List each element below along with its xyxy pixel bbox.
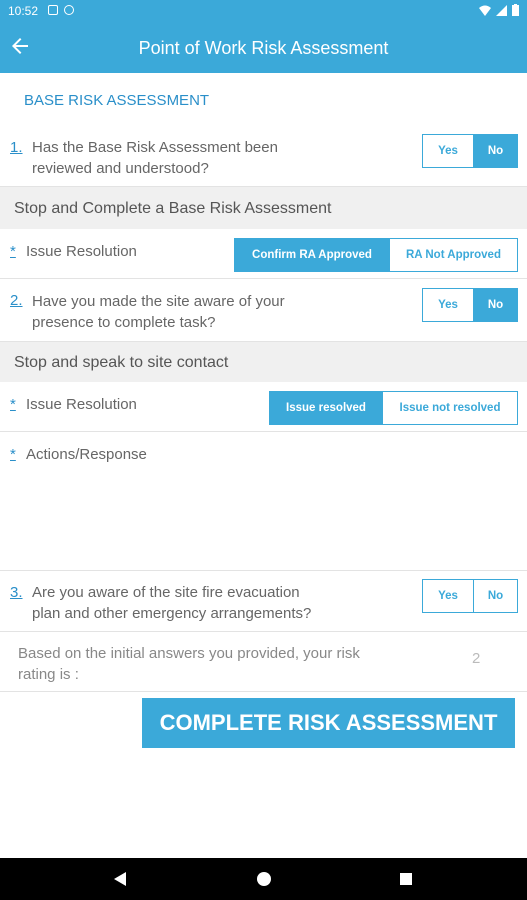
question-number[interactable]: 3.	[10, 584, 23, 601]
required-marker: *	[10, 243, 16, 260]
complete-risk-assessment-button[interactable]: COMPLETE RISK ASSESSMENT	[142, 698, 515, 748]
question-1-row: 1. Has the Base Risk Assessment been rev…	[0, 130, 527, 187]
risk-rating-row: Based on the initial answers you provide…	[0, 632, 527, 692]
actions-response-label: Actions/Response	[26, 446, 147, 463]
risk-rating-text: Based on the initial answers you provide…	[18, 643, 360, 685]
status-bar: 10:52	[0, 0, 527, 22]
risk-rating-text-line: rating is :	[18, 666, 79, 683]
q3-yes-no-toggle: Yes No	[422, 579, 518, 613]
q2-yes-no-toggle: Yes No	[422, 288, 518, 322]
signal-icon	[496, 4, 507, 16]
instruction-band: Stop and speak to site contact	[0, 342, 527, 382]
app-bar: Point of Work Risk Assessment	[0, 22, 527, 73]
question-3-row: 3. Are you aware of the site fire evacua…	[0, 572, 527, 632]
question-text-line: Have you made the site aware of your	[32, 293, 285, 310]
issue-not-resolved-button[interactable]: Issue not resolved	[382, 392, 517, 424]
required-marker: *	[10, 396, 16, 413]
question-2-row: 2. Have you made the site aware of your …	[0, 280, 527, 342]
page-title: Point of Work Risk Assessment	[138, 38, 389, 58]
notification-icon	[48, 5, 58, 15]
issue-resolution-toggle: Issue resolved Issue not resolved	[269, 391, 518, 425]
issue-resolved-button[interactable]: Issue resolved	[270, 392, 382, 424]
section-title: BASE RISK ASSESSMENT	[24, 92, 210, 109]
no-button[interactable]: No	[473, 580, 517, 612]
instruction-text: Stop and speak to site contact	[14, 354, 229, 371]
notification-icons	[48, 5, 74, 15]
issue-resolution-row: * Issue Resolution Confirm RA Approved R…	[0, 229, 527, 279]
issue-resolution-toggle: Confirm RA Approved RA Not Approved	[234, 238, 518, 272]
issue-resolution-label: Issue Resolution	[26, 396, 137, 413]
risk-rating-text-line: Based on the initial answers you provide…	[18, 645, 360, 662]
nav-home-icon[interactable]	[257, 872, 271, 886]
question-text: Are you aware of the site fire evacuatio…	[32, 582, 311, 624]
question-text-line: Are you aware of the site fire evacuatio…	[32, 584, 300, 601]
instruction-band: Stop and Complete a Base Risk Assessment	[0, 187, 527, 229]
risk-rating-value: 2	[472, 650, 481, 667]
sync-icon	[64, 5, 74, 15]
question-text-line: presence to complete task?	[32, 314, 216, 331]
question-text: Have you made the site aware of your pre…	[32, 291, 285, 333]
status-time: 10:52	[8, 4, 39, 18]
system-navigation-bar	[0, 858, 527, 900]
actions-response-field[interactable]: * Actions/Response	[0, 432, 527, 571]
nav-back-icon[interactable]	[114, 872, 126, 886]
yes-button[interactable]: Yes	[423, 135, 473, 167]
question-text-line: reviewed and understood?	[32, 160, 209, 177]
wifi-icon	[479, 5, 491, 16]
yes-button[interactable]: Yes	[423, 289, 473, 321]
confirm-ra-approved-button[interactable]: Confirm RA Approved	[235, 239, 389, 271]
instruction-text: Stop and Complete a Base Risk Assessment	[14, 200, 332, 217]
issue-resolution-row: * Issue Resolution Issue resolved Issue …	[0, 382, 527, 432]
question-text-line: plan and other emergency arrangements?	[32, 605, 312, 622]
question-number[interactable]: 2.	[10, 292, 23, 309]
yes-button[interactable]: Yes	[423, 580, 473, 612]
nav-recent-apps-icon[interactable]	[400, 873, 412, 885]
no-button[interactable]: No	[473, 289, 517, 321]
q1-yes-no-toggle: Yes No	[422, 134, 518, 168]
ra-not-approved-button[interactable]: RA Not Approved	[389, 239, 517, 271]
issue-resolution-label: Issue Resolution	[26, 243, 137, 260]
status-right-icons	[479, 4, 519, 16]
question-number[interactable]: 1.	[10, 139, 23, 156]
question-text-line: Has the Base Risk Assessment been	[32, 139, 278, 156]
question-text: Has the Base Risk Assessment been review…	[32, 137, 278, 179]
battery-icon	[512, 4, 519, 16]
no-button[interactable]: No	[473, 135, 517, 167]
required-marker: *	[10, 446, 16, 463]
